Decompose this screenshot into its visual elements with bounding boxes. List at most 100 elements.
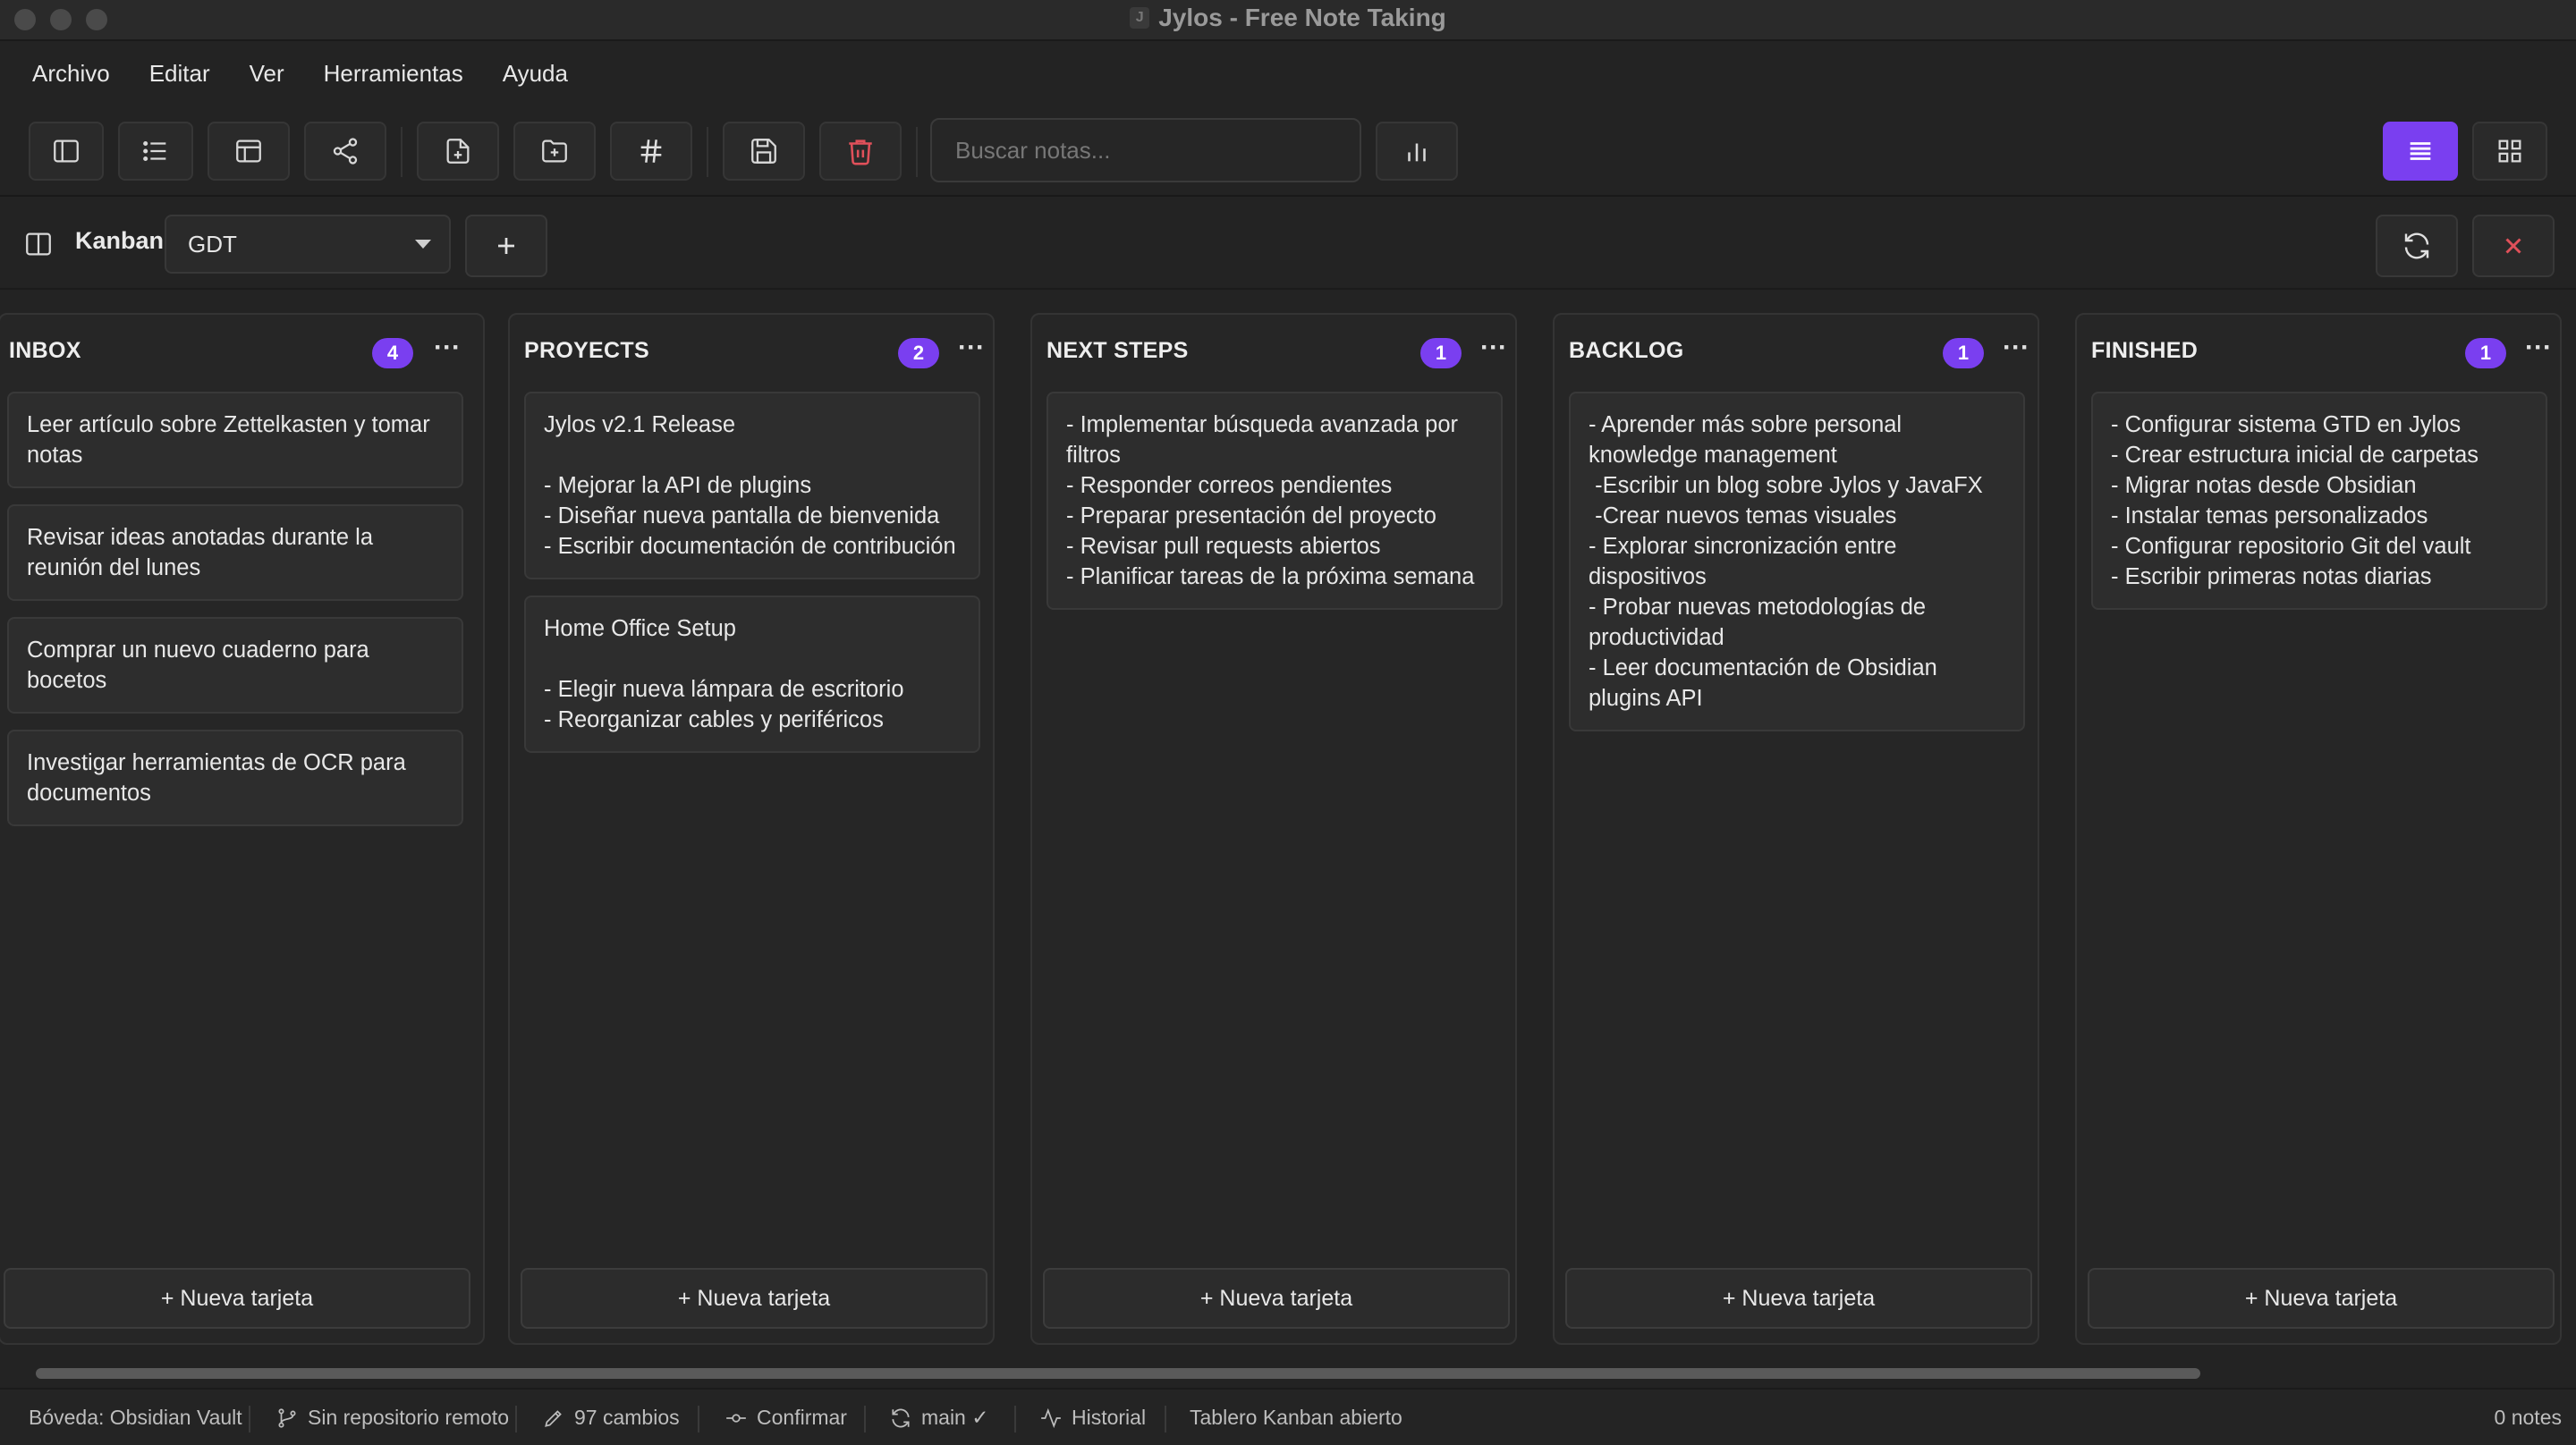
new-folder-icon bbox=[542, 139, 567, 163]
stats-icon bbox=[1408, 143, 1426, 162]
status-message-label: Tablero Kanban abierto bbox=[1190, 1406, 1402, 1429]
column-menu-icon[interactable]: ··· bbox=[1998, 334, 2034, 368]
new-note-button[interactable] bbox=[417, 122, 499, 181]
close-icon bbox=[2505, 238, 2521, 254]
new-folder-button[interactable] bbox=[513, 122, 596, 181]
column-title: FINISHED bbox=[2091, 338, 2199, 363]
column-menu-icon[interactable]: ··· bbox=[429, 334, 465, 368]
new-card-button[interactable]: + Nueva tarjeta bbox=[2088, 1268, 2555, 1329]
kanban-board: INBOX 4 ··· Leer artículo sobre Zettelka… bbox=[0, 313, 2576, 1345]
list-view-toggle[interactable] bbox=[2383, 122, 2458, 181]
share-icon bbox=[333, 138, 358, 165]
commit-icon bbox=[726, 1413, 746, 1423]
new-card-button[interactable]: + Nueva tarjeta bbox=[4, 1268, 470, 1329]
kanban-card[interactable]: - Implementar búsqueda avanzada por filt… bbox=[1046, 392, 1503, 610]
outline-button[interactable] bbox=[118, 122, 193, 181]
kanban-header: Kanban GDT bbox=[0, 199, 2576, 290]
grid-view-toggle[interactable] bbox=[2472, 122, 2547, 181]
toolbar-separator bbox=[707, 127, 708, 177]
trash-icon bbox=[849, 139, 872, 165]
statistics-button[interactable] bbox=[1376, 122, 1458, 181]
save-button[interactable] bbox=[723, 122, 805, 181]
kanban-card[interactable]: - Aprender más sobre personal knowledge … bbox=[1569, 392, 2025, 731]
toolbar-separator bbox=[916, 127, 918, 177]
column-finished: FINISHED 1 ··· - Configurar sistema GTD … bbox=[2075, 313, 2562, 1345]
git-branch-icon bbox=[278, 1407, 296, 1428]
kanban-card[interactable]: Home Office Setup - Elegir nueva lámpara… bbox=[524, 596, 980, 753]
status-remote[interactable]: Sin repositorio remoto bbox=[275, 1406, 509, 1430]
horizontal-scrollbar[interactable] bbox=[36, 1368, 2200, 1379]
refresh-icon bbox=[2404, 232, 2429, 259]
status-separator bbox=[698, 1406, 699, 1432]
new-card-button[interactable]: + Nueva tarjeta bbox=[521, 1268, 987, 1329]
menu-herramientas[interactable]: Herramientas bbox=[324, 60, 463, 88]
menu-editar[interactable]: Editar bbox=[149, 60, 210, 88]
status-changes[interactable]: 97 cambios bbox=[542, 1406, 680, 1430]
status-branch[interactable]: main ✓ bbox=[889, 1406, 989, 1430]
plus-icon bbox=[498, 238, 514, 254]
column-title: BACKLOG bbox=[1569, 338, 1684, 363]
status-separator bbox=[1014, 1406, 1016, 1432]
status-commit[interactable]: Confirmar bbox=[724, 1406, 847, 1430]
card-list: - Configurar sistema GTD en Jylos - Crea… bbox=[2091, 392, 2547, 626]
column-backlog: BACKLOG 1 ··· - Aprender más sobre perso… bbox=[1553, 313, 2039, 1345]
layout-icon bbox=[236, 139, 261, 163]
status-separator bbox=[864, 1406, 866, 1432]
kanban-card[interactable]: Investigar herramientas de OCR para docu… bbox=[7, 730, 463, 826]
commit-label: Confirmar bbox=[757, 1406, 847, 1429]
chevron-down-icon bbox=[415, 240, 431, 249]
menu-archivo[interactable]: Archivo bbox=[32, 60, 110, 88]
kanban-card[interactable]: Jylos v2.1 Release - Mejorar la API de p… bbox=[524, 392, 980, 579]
add-board-button[interactable] bbox=[465, 215, 547, 277]
card-count-badge: 1 bbox=[1420, 338, 1462, 368]
status-separator bbox=[515, 1406, 517, 1432]
status-bar: Bóveda: Obsidian Vault Sin repositorio r… bbox=[0, 1388, 2576, 1445]
column-menu-icon[interactable]: ··· bbox=[1476, 334, 1512, 368]
history-label: Historial bbox=[1072, 1406, 1147, 1429]
notes-count-label: 0 notes bbox=[2494, 1406, 2562, 1429]
new-card-button[interactable]: + Nueva tarjeta bbox=[1565, 1268, 2032, 1329]
toggle-sidebar-button[interactable] bbox=[29, 122, 104, 181]
card-list: Jylos v2.1 Release - Mejorar la API de p… bbox=[524, 392, 980, 769]
app-window: J Jylos - Free Note Taking Archivo Edita… bbox=[0, 0, 2576, 1445]
close-kanban-button[interactable] bbox=[2472, 215, 2555, 277]
kanban-panel-icon[interactable] bbox=[23, 229, 54, 259]
status-separator bbox=[1165, 1406, 1166, 1432]
column-menu-icon[interactable]: ··· bbox=[2521, 334, 2556, 368]
changes-label: 97 cambios bbox=[574, 1406, 680, 1429]
menu-ayuda[interactable]: Ayuda bbox=[503, 60, 568, 88]
kanban-card[interactable]: Comprar un nuevo cuaderno para bocetos bbox=[7, 617, 463, 714]
card-count-badge: 1 bbox=[2465, 338, 2506, 368]
grid-view-icon bbox=[2498, 139, 2521, 163]
card-list: - Aprender más sobre personal knowledge … bbox=[1569, 392, 2025, 748]
board-select-value: GDT bbox=[188, 230, 237, 258]
board-select[interactable]: GDT bbox=[165, 215, 451, 274]
branch-label: main ✓ bbox=[921, 1406, 989, 1429]
status-notes-count: 0 notes bbox=[2495, 1406, 2562, 1430]
title-bar: J Jylos - Free Note Taking bbox=[0, 0, 2576, 41]
vault-label: Bóveda: Obsidian Vault bbox=[29, 1406, 242, 1429]
tags-button[interactable] bbox=[610, 122, 692, 181]
refresh-button[interactable] bbox=[2376, 215, 2458, 277]
column-menu-icon[interactable]: ··· bbox=[953, 334, 989, 368]
kanban-card[interactable]: - Configurar sistema GTD en Jylos - Crea… bbox=[2091, 392, 2547, 610]
menu-ver[interactable]: Ver bbox=[250, 60, 284, 88]
activity-icon bbox=[1041, 1407, 1061, 1428]
card-count-badge: 2 bbox=[898, 338, 939, 368]
status-separator bbox=[249, 1406, 250, 1432]
pencil-icon bbox=[545, 1409, 562, 1427]
column-title: NEXT STEPS bbox=[1046, 338, 1189, 363]
graph-share-button[interactable] bbox=[304, 122, 386, 181]
search-input[interactable] bbox=[930, 118, 1361, 182]
column-inbox: INBOX 4 ··· Leer artículo sobre Zettelka… bbox=[0, 313, 485, 1345]
list-view-icon bbox=[2410, 142, 2431, 160]
kanban-card[interactable]: Revisar ideas anotadas durante la reunió… bbox=[7, 504, 463, 601]
layout-button[interactable] bbox=[208, 122, 290, 181]
new-card-button[interactable]: + Nueva tarjeta bbox=[1043, 1268, 1510, 1329]
kanban-card[interactable]: Leer artículo sobre Zettelkasten y tomar… bbox=[7, 392, 463, 488]
list-icon bbox=[143, 140, 166, 162]
toolbar bbox=[0, 106, 2576, 197]
remote-label: Sin repositorio remoto bbox=[308, 1406, 509, 1429]
delete-button[interactable] bbox=[819, 122, 902, 181]
status-history[interactable]: Historial bbox=[1039, 1406, 1146, 1430]
